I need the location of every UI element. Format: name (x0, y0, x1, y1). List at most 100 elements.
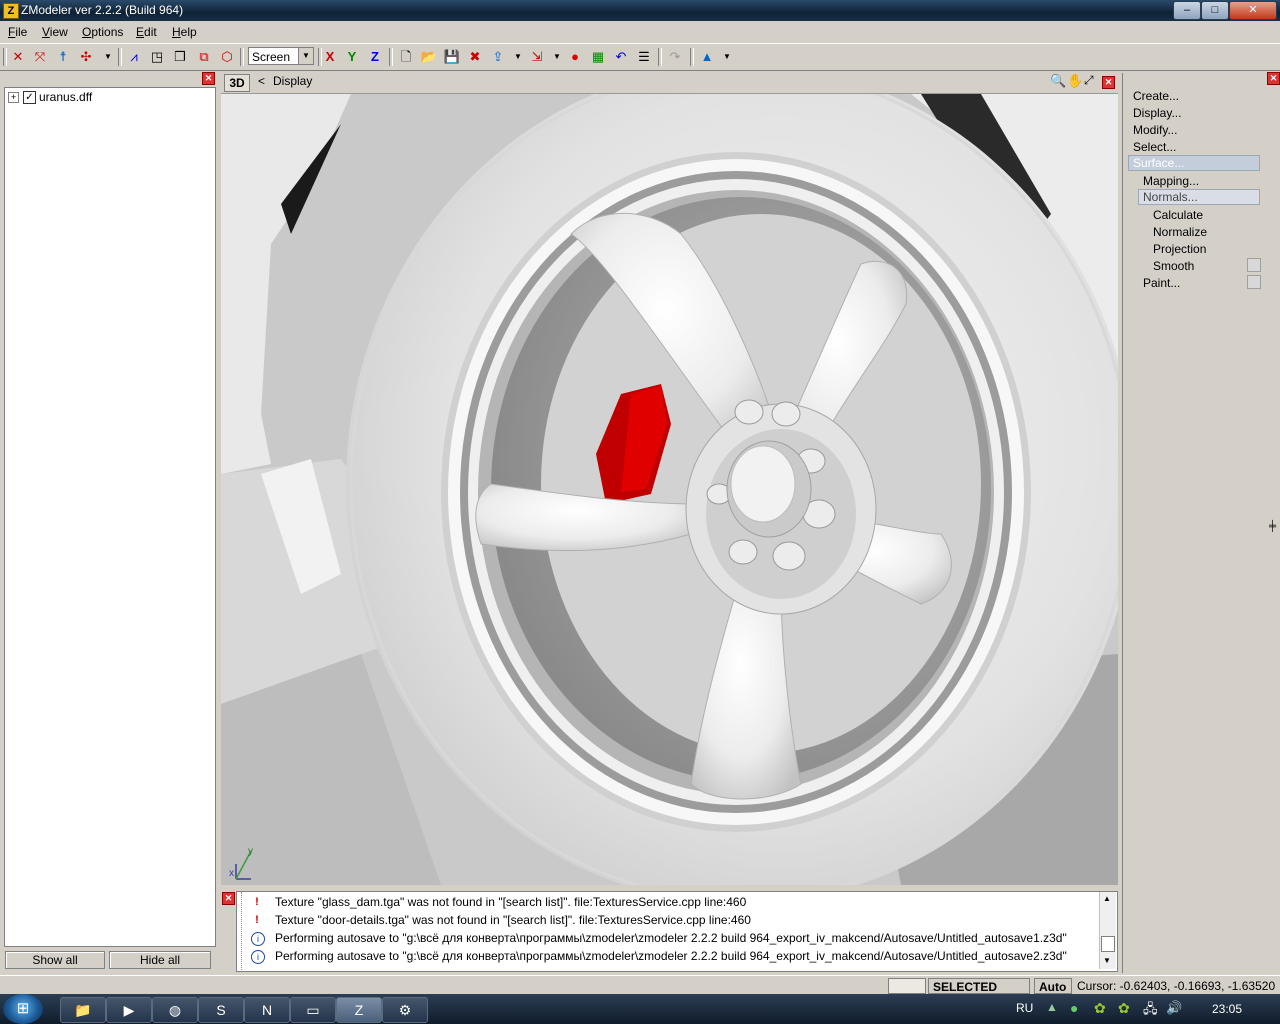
cmd-normalize[interactable]: Normalize (1153, 225, 1207, 239)
skype-task-icon[interactable]: S (198, 997, 244, 1023)
menu-edit[interactable]: Edit (136, 25, 157, 39)
axis-y-toggle[interactable]: Y (342, 47, 362, 67)
select-move-icon[interactable]: ⤧ (30, 47, 50, 67)
volume-icon[interactable]: 🔊 (1166, 1000, 1182, 1016)
firefox-task-icon[interactable]: ◍ (152, 997, 198, 1023)
viewport-back-button[interactable]: < (258, 74, 265, 88)
select-person-icon[interactable]: ☨ (53, 47, 73, 67)
cmd-calculate[interactable]: Calculate (1153, 208, 1203, 222)
chevron-down-icon[interactable]: ▼ (717, 47, 737, 67)
panel-scroll-handle[interactable]: ╪ (1267, 521, 1278, 533)
taskbar: ⊞ 📁 ▶ ◍ S N ▭ Z ⚙ RU ▲ ● ✿ ✿ 🖧 🔊 23:05 (0, 994, 1280, 1024)
hide-all-button[interactable]: Hide all (109, 951, 211, 969)
scroll-thumb[interactable] (1101, 936, 1115, 952)
media-player-task-icon[interactable]: ▶ (106, 997, 152, 1023)
start-button[interactable]: ⊞ (3, 994, 43, 1024)
cmd-select[interactable]: Select... (1133, 140, 1176, 154)
language-indicator[interactable]: RU (1016, 1001, 1033, 1015)
tray-app-icon[interactable]: ● (1070, 1000, 1078, 1016)
axis-x-toggle[interactable]: X (320, 47, 340, 67)
zmodeler-task-icon[interactable]: Z (336, 997, 382, 1023)
info-icon: i (251, 950, 265, 964)
close-icon[interactable]: ✕ (1102, 76, 1115, 89)
vertex-mode-icon[interactable]: ⩘ (124, 47, 144, 67)
tree-item-label[interactable]: uranus.dff (39, 90, 92, 104)
menu-options[interactable]: Options (82, 25, 123, 39)
menu-help[interactable]: Help (172, 25, 197, 39)
cmd-projection[interactable]: Projection (1153, 242, 1206, 256)
smooth-options-checkbox[interactable] (1247, 258, 1261, 272)
redo-icon[interactable]: ↷ (665, 47, 685, 67)
close-icon[interactable]: ✕ (222, 892, 235, 905)
network-icon[interactable]: 🖧 (1143, 1000, 1158, 1022)
tray-app-icon[interactable]: ✿ (1094, 1000, 1106, 1017)
tree-expand-icon[interactable]: + (8, 92, 19, 103)
save-icon[interactable]: 💾 (442, 47, 462, 67)
menu-file[interactable]: File (8, 25, 27, 39)
record-icon[interactable]: ● (565, 47, 585, 67)
scroll-up-icon[interactable]: ▲ (1103, 894, 1111, 903)
chevron-down-icon[interactable]: ▼ (508, 47, 528, 67)
view-mode-select[interactable]: Screen ▼ (248, 47, 314, 65)
cmd-modify[interactable]: Modify... (1133, 123, 1177, 137)
scene-panel: ✕ + ✓ uranus.dff Show all Hide all (0, 71, 216, 974)
paint-options-checkbox[interactable] (1247, 275, 1261, 289)
viewport-3d[interactable]: y x (221, 94, 1118, 885)
navigation-icon[interactable]: ▲ (697, 47, 717, 67)
scroll-down-icon[interactable]: ▼ (1103, 956, 1111, 965)
minimize-button[interactable]: – (1173, 1, 1201, 20)
object-mode-icon[interactable]: ❒ (170, 47, 190, 67)
new-file-icon[interactable]: 🗋 (396, 47, 416, 67)
select-group-icon[interactable]: ✣ (76, 47, 96, 67)
surface-mode-icon[interactable]: ⧉ (194, 47, 214, 67)
log-scrollbar[interactable]: ▲ ▼ (1099, 892, 1116, 969)
chevron-down-icon[interactable]: ▼ (298, 48, 313, 64)
cmd-paint[interactable]: Paint... (1143, 276, 1180, 290)
undo-icon[interactable]: ↶ (611, 47, 631, 67)
delete-icon[interactable]: ✖ (465, 47, 485, 67)
texture-icon[interactable]: ▦ (588, 47, 608, 67)
axis-y-label: y (248, 846, 253, 857)
tray-chevron-icon[interactable]: ▲ (1046, 1000, 1058, 1014)
chevron-down-icon[interactable]: ▼ (98, 47, 118, 67)
open-folder-icon[interactable]: 📂 (419, 47, 439, 67)
menu-view[interactable]: View (42, 25, 68, 39)
status-blank (888, 978, 926, 994)
auto-indicator[interactable]: Auto (1034, 978, 1072, 994)
title-bar: Z ZModeler ver 2.2.2 (Build 964) – □ ✕ (0, 0, 1280, 21)
import-icon[interactable]: ⇪ (488, 47, 508, 67)
all-mode-icon[interactable]: ⬡ (217, 47, 237, 67)
chevron-down-icon[interactable]: ▼ (547, 47, 567, 67)
select-vertex-icon[interactable]: ✕ (8, 47, 28, 67)
cmd-surface[interactable]: Surface... (1128, 155, 1260, 171)
export-icon[interactable]: ⇲ (527, 47, 547, 67)
zoom-icon[interactable]: 🔍 (1050, 73, 1066, 89)
maximize-viewport-icon[interactable]: ⤢ (1084, 73, 1094, 88)
selected-mode-indicator[interactable]: SELECTED MODE (928, 978, 1030, 1010)
cmd-smooth[interactable]: Smooth (1153, 259, 1194, 273)
checkbox-icon[interactable]: ✓ (23, 91, 36, 104)
show-all-button[interactable]: Show all (5, 951, 105, 969)
explorer-task-icon[interactable]: 📁 (60, 997, 106, 1023)
utility-task-icon[interactable]: ⚙ (382, 997, 428, 1023)
axis-z-toggle[interactable]: Z (365, 47, 385, 67)
clock[interactable]: 23:05 (1212, 1002, 1242, 1016)
close-button[interactable]: ✕ (1229, 1, 1277, 20)
face-mode-icon[interactable]: ◳ (147, 47, 167, 67)
tray-app-icon[interactable]: ✿ (1118, 1000, 1130, 1017)
view-3d-label[interactable]: 3D (224, 74, 250, 92)
pan-hand-icon[interactable]: ✋ (1067, 73, 1083, 89)
notepad-task-icon[interactable]: N (244, 997, 290, 1023)
panel-border (1122, 73, 1126, 973)
cmd-display[interactable]: Display... (1133, 106, 1181, 120)
maximize-button[interactable]: □ (1201, 1, 1229, 20)
cmd-create[interactable]: Create... (1133, 89, 1179, 103)
cmd-normals[interactable]: Normals... (1138, 189, 1260, 205)
console-task-icon[interactable]: ▭ (290, 997, 336, 1023)
main-toolbar: ✕ ⤧ ☨ ✣ ▼ ⩘ ◳ ❒ ⧉ ⬡ Screen ▼ X Y Z 🗋 📂 💾… (0, 43, 1280, 71)
notes-icon[interactable]: ☰ (634, 47, 654, 67)
viewport-title: Display (273, 74, 313, 88)
cmd-mapping[interactable]: Mapping... (1143, 174, 1199, 188)
close-icon[interactable]: ✕ (202, 72, 215, 85)
close-icon[interactable]: ✕ (1267, 72, 1280, 85)
